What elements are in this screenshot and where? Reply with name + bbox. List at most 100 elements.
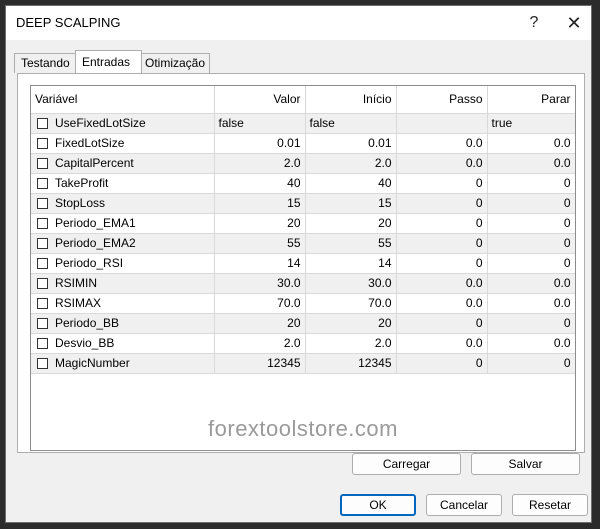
- value-cell[interactable]: 0.01: [214, 133, 306, 154]
- variable-name-cell[interactable]: CapitalPercent: [31, 153, 215, 174]
- value-cell[interactable]: 30.0: [214, 273, 306, 294]
- tab-entradas[interactable]: Entradas: [75, 50, 142, 73]
- step-cell[interactable]: 0: [396, 213, 488, 234]
- table-row[interactable]: Periodo_RSI 14 14 0 0: [31, 253, 575, 274]
- stop-cell[interactable]: 0.0: [487, 293, 575, 314]
- stop-cell[interactable]: 0.0: [487, 333, 575, 354]
- start-cell[interactable]: 20: [305, 213, 397, 234]
- table-row[interactable]: StopLoss 15 15 0 0: [31, 193, 575, 214]
- optimize-checkbox[interactable]: [37, 237, 48, 249]
- optimize-checkbox[interactable]: [37, 317, 48, 329]
- start-cell[interactable]: 2.0: [305, 333, 397, 354]
- start-cell[interactable]: 14: [305, 253, 397, 274]
- optimize-checkbox[interactable]: [37, 297, 48, 309]
- step-cell[interactable]: 0: [396, 313, 488, 334]
- value-cell[interactable]: 15: [214, 193, 306, 214]
- value-cell[interactable]: 70.0: [214, 293, 306, 314]
- variable-name-cell[interactable]: Periodo_EMA2: [31, 233, 215, 254]
- table-row[interactable]: Periodo_EMA1 20 20 0 0: [31, 213, 575, 234]
- start-cell[interactable]: 70.0: [305, 293, 397, 314]
- stop-cell[interactable]: 0.0: [487, 133, 575, 154]
- tab-otimizacao[interactable]: Otimização: [138, 53, 210, 73]
- start-cell[interactable]: 0.01: [305, 133, 397, 154]
- table-row[interactable]: CapitalPercent 2.0 2.0 0.0 0.0: [31, 153, 575, 174]
- start-cell[interactable]: 12345: [305, 353, 397, 374]
- table-row[interactable]: Desvio_BB 2.0 2.0 0.0 0.0: [31, 333, 575, 354]
- column-header-inicio[interactable]: Início: [305, 86, 397, 114]
- stop-cell[interactable]: 0: [487, 353, 575, 374]
- variable-name-cell[interactable]: TakeProfit: [31, 173, 215, 194]
- start-cell[interactable]: 30.0: [305, 273, 397, 294]
- optimize-checkbox[interactable]: [37, 277, 48, 289]
- optimize-checkbox[interactable]: [37, 337, 48, 349]
- stop-cell[interactable]: true: [487, 113, 575, 134]
- optimize-checkbox[interactable]: [37, 177, 48, 189]
- stop-cell[interactable]: 0: [487, 313, 575, 334]
- close-icon[interactable]: ✕: [554, 10, 594, 36]
- step-cell[interactable]: 0.0: [396, 273, 488, 294]
- table-row[interactable]: Periodo_EMA2 55 55 0 0: [31, 233, 575, 254]
- variable-name-cell[interactable]: Periodo_EMA1: [31, 213, 215, 234]
- optimize-checkbox[interactable]: [37, 197, 48, 209]
- optimize-checkbox[interactable]: [37, 357, 48, 369]
- column-header-passo[interactable]: Passo: [396, 86, 488, 114]
- table-row[interactable]: RSIMAX 70.0 70.0 0.0 0.0: [31, 293, 575, 314]
- stop-cell[interactable]: 0: [487, 173, 575, 194]
- value-cell[interactable]: 2.0: [214, 333, 306, 354]
- stop-cell[interactable]: 0: [487, 213, 575, 234]
- column-header-variavel[interactable]: Variável: [31, 86, 215, 114]
- value-cell[interactable]: 20: [214, 313, 306, 334]
- ok-button[interactable]: OK: [340, 494, 416, 516]
- start-cell[interactable]: 55: [305, 233, 397, 254]
- tab-testando[interactable]: Testando: [14, 53, 77, 73]
- start-cell[interactable]: 40: [305, 173, 397, 194]
- step-cell[interactable]: 0: [396, 193, 488, 214]
- column-header-valor[interactable]: Valor: [214, 86, 306, 114]
- column-header-parar[interactable]: Parar: [487, 86, 575, 114]
- step-cell[interactable]: 0: [396, 233, 488, 254]
- step-cell[interactable]: [396, 113, 488, 134]
- stop-cell[interactable]: 0: [487, 193, 575, 214]
- table-row[interactable]: FixedLotSize 0.01 0.01 0.0 0.0: [31, 133, 575, 154]
- variable-name-cell[interactable]: StopLoss: [31, 193, 215, 214]
- optimize-checkbox[interactable]: [37, 137, 48, 149]
- step-cell[interactable]: 0: [396, 253, 488, 274]
- optimize-checkbox[interactable]: [37, 217, 48, 229]
- variable-name-cell[interactable]: UseFixedLotSize: [31, 113, 215, 134]
- value-cell[interactable]: 14: [214, 253, 306, 274]
- stop-cell[interactable]: 0.0: [487, 273, 575, 294]
- step-cell[interactable]: 0: [396, 353, 488, 374]
- value-cell[interactable]: false: [214, 113, 306, 134]
- table-row[interactable]: RSIMIN 30.0 30.0 0.0 0.0: [31, 273, 575, 294]
- start-cell[interactable]: 20: [305, 313, 397, 334]
- table-row[interactable]: UseFixedLotSize false false true: [31, 113, 575, 134]
- load-button[interactable]: Carregar: [352, 453, 461, 475]
- save-button[interactable]: Salvar: [471, 453, 580, 475]
- optimize-checkbox[interactable]: [37, 117, 48, 129]
- table-row[interactable]: MagicNumber 12345 12345 0 0: [31, 353, 575, 374]
- reset-button[interactable]: Resetar: [512, 494, 588, 516]
- table-row[interactable]: TakeProfit 40 40 0 0: [31, 173, 575, 194]
- value-cell[interactable]: 12345: [214, 353, 306, 374]
- start-cell[interactable]: false: [305, 113, 397, 134]
- optimize-checkbox[interactable]: [37, 157, 48, 169]
- value-cell[interactable]: 40: [214, 173, 306, 194]
- variable-name-cell[interactable]: RSIMAX: [31, 293, 215, 314]
- variable-name-cell[interactable]: MagicNumber: [31, 353, 215, 374]
- variable-name-cell[interactable]: RSIMIN: [31, 273, 215, 294]
- stop-cell[interactable]: 0: [487, 233, 575, 254]
- variable-name-cell[interactable]: Periodo_RSI: [31, 253, 215, 274]
- step-cell[interactable]: 0.0: [396, 293, 488, 314]
- optimize-checkbox[interactable]: [37, 257, 48, 269]
- variable-name-cell[interactable]: FixedLotSize: [31, 133, 215, 154]
- stop-cell[interactable]: 0: [487, 253, 575, 274]
- step-cell[interactable]: 0.0: [396, 153, 488, 174]
- value-cell[interactable]: 20: [214, 213, 306, 234]
- step-cell[interactable]: 0.0: [396, 133, 488, 154]
- value-cell[interactable]: 55: [214, 233, 306, 254]
- start-cell[interactable]: 2.0: [305, 153, 397, 174]
- cancel-button[interactable]: Cancelar: [426, 494, 502, 516]
- stop-cell[interactable]: 0.0: [487, 153, 575, 174]
- step-cell[interactable]: 0.0: [396, 333, 488, 354]
- variable-name-cell[interactable]: Desvio_BB: [31, 333, 215, 354]
